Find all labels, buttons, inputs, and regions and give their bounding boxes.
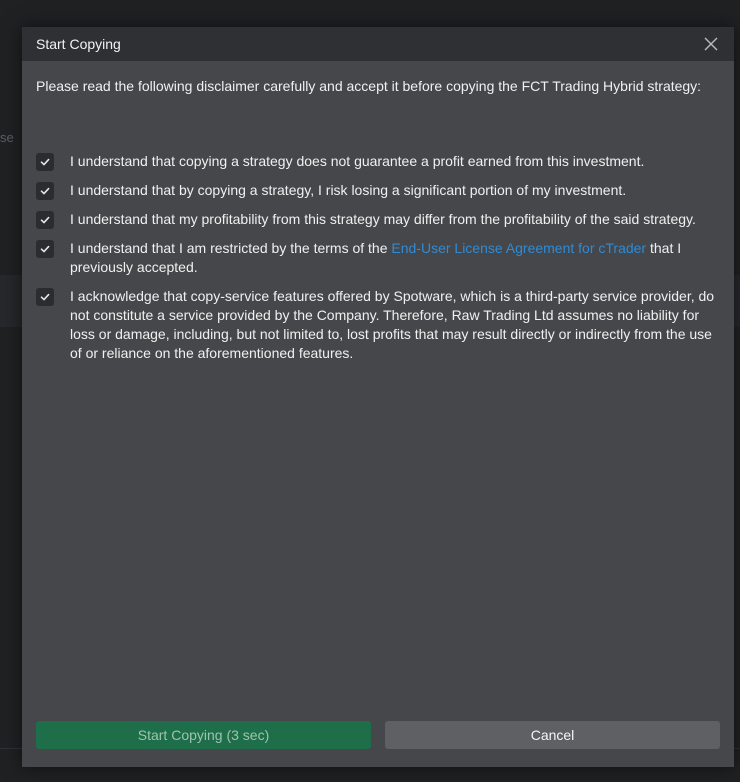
- disclaimer-text: I understand that by copying a strategy,…: [70, 182, 627, 198]
- check-icon: [40, 293, 50, 301]
- dialog-content: Please read the following disclaimer car…: [22, 61, 734, 721]
- check-icon: [40, 216, 50, 224]
- dialog-titlebar: Start Copying: [22, 27, 734, 61]
- disclaimer-text: I understand that my profitability from …: [70, 211, 696, 227]
- eula-link[interactable]: End-User License Agreement for cTrader: [391, 240, 646, 256]
- disclaimer-checkbox[interactable]: [36, 211, 54, 229]
- disclaimer-checkbox[interactable]: [36, 182, 54, 200]
- check-icon: [40, 187, 50, 195]
- check-icon: [40, 245, 50, 253]
- disclaimer-text: I understand that copying a strategy doe…: [70, 153, 645, 169]
- disclaimer-item: I understand that my profitability from …: [36, 210, 720, 229]
- dialog-footer: Start Copying (3 sec) Cancel: [22, 721, 734, 767]
- disclaimer-item: I understand that copying a strategy doe…: [36, 152, 720, 171]
- disclaimer-checkbox[interactable]: [36, 153, 54, 171]
- disclaimer-item: I acknowledge that copy-service features…: [36, 287, 720, 363]
- disclaimer-checkbox[interactable]: [36, 240, 54, 258]
- disclaimer-intro: Please read the following disclaimer car…: [36, 78, 702, 94]
- start-copying-button[interactable]: Start Copying (3 sec): [36, 721, 371, 749]
- dialog-title: Start Copying: [36, 36, 121, 52]
- check-icon: [40, 158, 50, 166]
- cancel-button[interactable]: Cancel: [385, 721, 720, 749]
- disclaimer-checkbox[interactable]: [36, 288, 54, 306]
- background-text: se: [0, 130, 14, 145]
- disclaimer-text: I understand that I am restricted by the…: [70, 239, 720, 277]
- disclaimer-text-before: I understand that I am restricted by the…: [70, 240, 392, 256]
- disclaimer-item: I understand that I am restricted by the…: [36, 239, 720, 277]
- close-icon[interactable]: [702, 35, 720, 53]
- disclaimer-text: I acknowledge that copy-service features…: [70, 288, 715, 361]
- start-copying-dialog: Start Copying Please read the following …: [22, 27, 734, 767]
- disclaimer-item: I understand that by copying a strategy,…: [36, 181, 720, 200]
